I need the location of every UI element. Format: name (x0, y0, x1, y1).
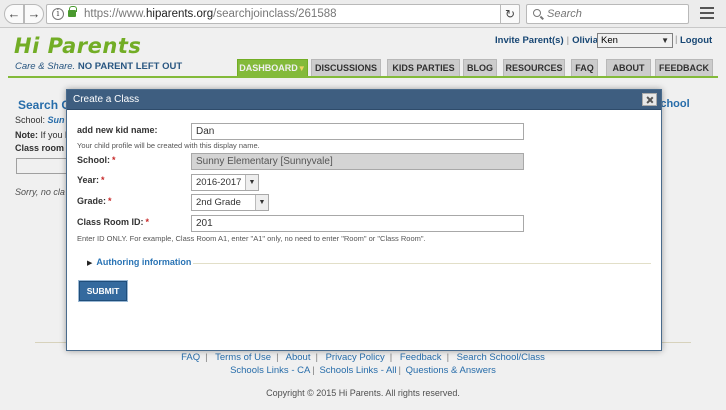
address-bar[interactable]: i https://www.hiparents.org/searchjoincl… (46, 4, 520, 24)
lock-icon (68, 6, 77, 17)
url-text: https://www.hiparents.org/searchjoinclas… (84, 8, 337, 20)
dialog-title: Create a Class (67, 90, 661, 110)
grade-label: Grade: * (77, 196, 112, 206)
forward-arrow-icon[interactable]: → (24, 4, 44, 24)
school-field: Sunny Elementary [Sunnyvale] (191, 153, 524, 170)
reload-icon[interactable]: ↻ (500, 4, 520, 24)
info-icon[interactable]: i (52, 8, 64, 20)
class-room-id-help: Enter ID ONLY. For example, Class Room A… (77, 234, 426, 243)
kid-name-field[interactable]: Dan (191, 123, 524, 140)
school-label: School: * (77, 155, 116, 165)
class-room-id-field[interactable]: 201 (191, 215, 524, 232)
year-select[interactable]: 2016-2017 ▼ (191, 174, 259, 191)
year-select-value: 2016-2017 (196, 177, 242, 188)
grade-select[interactable]: 2nd Grade ▼ (191, 194, 269, 211)
grade-select-value: 2nd Grade (196, 197, 241, 208)
kid-name-help: Your child profile will be created with … (77, 141, 260, 150)
browser-search-box[interactable] (526, 4, 689, 24)
search-icon (533, 9, 541, 17)
back-arrow-icon[interactable]: ← (4, 4, 24, 24)
kid-name-label: add new kid name: (77, 125, 158, 135)
chevron-down-icon: ▼ (245, 175, 258, 190)
hamburger-menu-icon[interactable] (700, 7, 714, 19)
authoring-toggle[interactable]: ▶ Authoring information (87, 257, 191, 267)
browser-search-input[interactable] (547, 7, 685, 21)
create-class-dialog: Create a Class add new kid name: Dan You… (66, 89, 662, 351)
authoring-divider (193, 263, 651, 264)
close-icon[interactable] (642, 93, 657, 106)
submit-button[interactable]: SUBMIT (79, 281, 127, 301)
browser-toolbar: ← → i https://www.hiparents.org/searchjo… (0, 0, 726, 28)
class-room-id-label: Class Room ID: * (77, 217, 150, 227)
year-label: Year: * (77, 175, 105, 185)
chevron-down-icon: ▼ (255, 195, 268, 210)
triangle-right-icon: ▶ (87, 260, 93, 267)
